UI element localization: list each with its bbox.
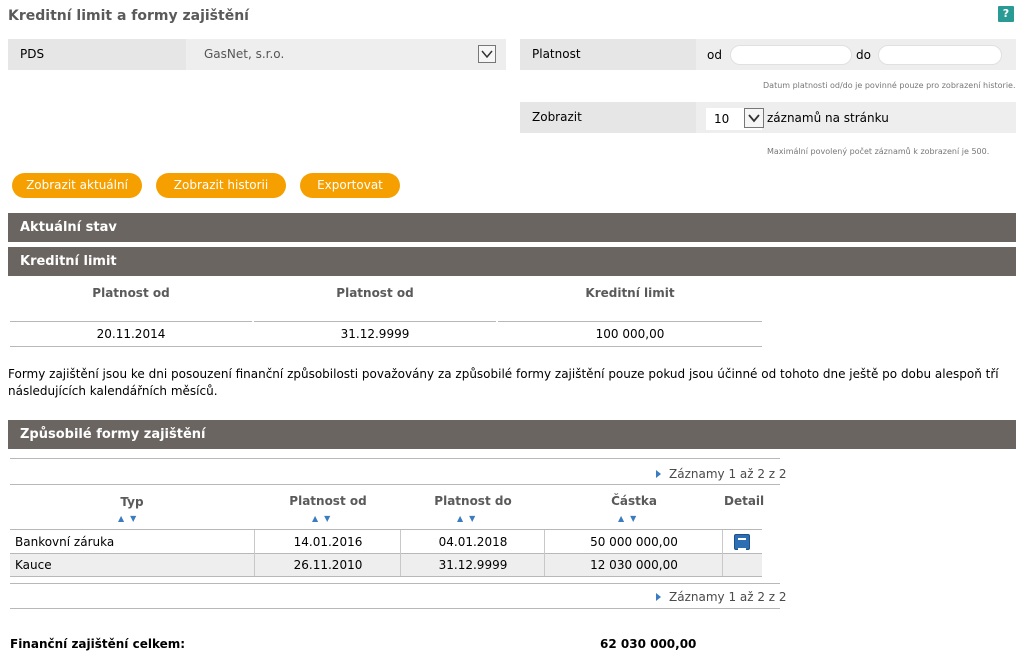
validity-note: Datum platnosti od/do je povinné pouze p… bbox=[763, 81, 1016, 90]
forms-cell-valid-to: 31.12.9999 bbox=[438, 558, 508, 572]
chevron-down-icon[interactable] bbox=[744, 108, 764, 128]
sort-icon[interactable]: ▲▼ bbox=[457, 514, 481, 523]
max-records-note: Maximální povolený počet záznamů k zobra… bbox=[767, 147, 990, 156]
divider bbox=[10, 321, 252, 322]
help-icon[interactable]: ? bbox=[998, 6, 1014, 22]
from-label: od bbox=[707, 48, 722, 62]
divider bbox=[722, 530, 723, 577]
date-to-input[interactable] bbox=[878, 45, 1002, 65]
detail-icon[interactable] bbox=[734, 534, 750, 550]
divider bbox=[10, 583, 780, 584]
forms-header-valid-from[interactable]: Platnost od bbox=[256, 494, 400, 508]
date-from-input[interactable] bbox=[730, 45, 852, 65]
per-page-suffix: záznamů na stránku bbox=[767, 111, 889, 125]
sort-icon[interactable]: ▲▼ bbox=[118, 514, 142, 523]
credit-cell-valid-from: 20.11.2014 bbox=[96, 327, 166, 341]
export-button[interactable]: Exportovat bbox=[300, 173, 400, 198]
sort-icon[interactable]: ▲▼ bbox=[618, 514, 642, 523]
arrow-right-icon bbox=[656, 470, 661, 478]
forms-cell-valid-from: 14.01.2016 bbox=[293, 535, 363, 549]
section-credit-limit: Kreditní limit bbox=[8, 247, 1016, 276]
divider bbox=[10, 346, 762, 347]
validity-label: Platnost bbox=[520, 39, 696, 70]
pds-select-value: GasNet, s.r.o. bbox=[204, 47, 285, 61]
credit-header-valid-from: Platnost od bbox=[92, 286, 170, 300]
pager-top[interactable]: Záznamy 1 až 2 z 2 bbox=[656, 467, 787, 481]
to-label: do bbox=[856, 48, 871, 62]
info-text: Formy zajištění jsou ke dni posouzení fi… bbox=[8, 367, 999, 398]
divider bbox=[10, 458, 780, 459]
divider bbox=[254, 321, 496, 322]
credit-header-limit: Kreditní limit bbox=[585, 286, 675, 300]
chevron-down-icon[interactable] bbox=[478, 45, 496, 63]
divider bbox=[10, 576, 762, 577]
total-label: Finanční zajištění celkem: bbox=[10, 637, 186, 651]
sort-icon[interactable]: ▲▼ bbox=[312, 514, 336, 523]
arrow-right-icon bbox=[656, 593, 661, 601]
page-title: Kreditní limit a formy zajištění bbox=[8, 8, 249, 24]
credit-cell-limit: 100 000,00 bbox=[595, 327, 665, 341]
forms-cell-amount: 12 030 000,00 bbox=[590, 558, 678, 572]
pds-select[interactable]: GasNet, s.r.o. bbox=[196, 43, 498, 65]
show-history-button[interactable]: Zobrazit historii bbox=[156, 173, 286, 198]
divider bbox=[10, 608, 780, 609]
forms-cell-amount: 50 000 000,00 bbox=[590, 535, 678, 549]
per-page-select[interactable]: 10 bbox=[706, 108, 764, 130]
forms-header-detail: Detail bbox=[724, 494, 765, 508]
forms-header-valid-to[interactable]: Platnost do bbox=[402, 494, 544, 508]
divider bbox=[498, 321, 762, 322]
divider bbox=[10, 529, 762, 530]
forms-cell-valid-from: 26.11.2010 bbox=[293, 558, 363, 572]
section-current-state: Aktuální stav bbox=[8, 213, 1016, 242]
forms-header-type[interactable]: Typ bbox=[10, 495, 254, 509]
divider bbox=[400, 530, 401, 577]
show-label: Zobrazit bbox=[520, 102, 696, 133]
forms-cell-valid-to: 04.01.2018 bbox=[438, 535, 508, 549]
pager-bottom[interactable]: Záznamy 1 až 2 z 2 bbox=[656, 590, 787, 604]
credit-header-valid-to: Platnost od bbox=[336, 286, 414, 300]
section-eligible-forms: Způsobilé formy zajištění bbox=[8, 420, 1016, 449]
pager-top-text: Záznamy 1 až 2 z 2 bbox=[669, 467, 787, 481]
pds-label: PDS bbox=[8, 39, 186, 70]
forms-cell-type: Bankovní záruka bbox=[15, 535, 115, 549]
divider bbox=[544, 530, 545, 577]
forms-cell-type: Kauce bbox=[15, 558, 52, 572]
divider bbox=[10, 484, 780, 485]
forms-header-amount[interactable]: Částka bbox=[546, 494, 722, 508]
pager-bottom-text: Záznamy 1 až 2 z 2 bbox=[669, 590, 787, 604]
show-current-button[interactable]: Zobrazit aktuální bbox=[12, 173, 142, 198]
total-value: 62 030 000,00 bbox=[600, 637, 697, 651]
per-page-value: 10 bbox=[714, 112, 730, 126]
divider bbox=[254, 530, 255, 577]
credit-cell-valid-to: 31.12.9999 bbox=[340, 327, 410, 341]
